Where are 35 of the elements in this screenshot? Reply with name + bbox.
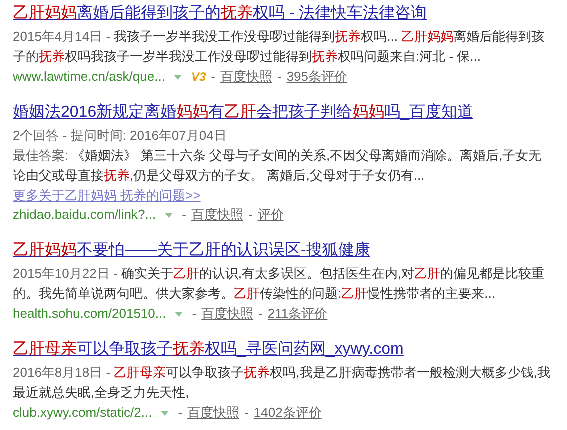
dropdown-arrow-icon[interactable] bbox=[165, 212, 174, 218]
separator: - bbox=[182, 206, 186, 224]
result-url: health.sohu.com/201510... bbox=[13, 305, 166, 323]
footer-link[interactable]: 395条评价 bbox=[286, 67, 348, 87]
snippet-line: 论由父或母直接抚养,仍是父母双方的子女。 离婚后,父母对于子女仍有... bbox=[13, 167, 425, 185]
footer-link[interactable]: 评价 bbox=[258, 205, 284, 225]
footer-link[interactable]: 百度快照 bbox=[191, 205, 244, 225]
dropdown-arrow-icon[interactable] bbox=[175, 312, 184, 316]
separator: - bbox=[258, 305, 263, 323]
snippet-line: 最近就总失眠,全身乏力先天性, bbox=[13, 384, 190, 402]
separator: - bbox=[248, 206, 253, 224]
snippet-line: 2015年10月22日 - 确实关于乙肝的认识,有太多误区。包括医生在内,对乙肝的偏见都是比较重 bbox=[13, 265, 545, 283]
separator: - bbox=[244, 404, 249, 422]
rating-label: V3 bbox=[191, 69, 206, 86]
separator: - bbox=[192, 305, 197, 323]
more-questions-link[interactable]: 更多关于乙肝妈妈 抚养的问题>> bbox=[13, 186, 201, 205]
snippet-line: 2016年8月18日 - 乙肝母亲可以争取孩子抚养权吗,我是乙肝病毒携带者一般检测大概多少钱,我 bbox=[13, 364, 550, 382]
separator: - bbox=[211, 68, 216, 86]
snippet-line: 的。我先简单说两句吧。供大家参考。乙肝传染性的问题:乙肝慢性携带者的主要来... bbox=[13, 285, 496, 303]
footer-link[interactable]: 百度快照 bbox=[202, 304, 254, 324]
footer-link[interactable]: 211条评价 bbox=[268, 304, 328, 324]
separator: - bbox=[178, 404, 183, 422]
dropdown-arrow-icon[interactable] bbox=[174, 74, 182, 80]
result-url: club.xywy.com/static/2... bbox=[13, 404, 152, 422]
snippet-line: 2个回答 - 提问时间: 2016年07月04日 bbox=[13, 127, 227, 145]
snippet-line: 2015年4月14日 - 我孩子一岁半我没工作没母啰过能得到抚养权吗... 乙肝妈妈离婚后能得到孩 bbox=[13, 28, 545, 46]
separator: - bbox=[277, 68, 282, 86]
footer-link[interactable]: 百度快照 bbox=[188, 403, 240, 423]
snippet-line: 子的抚养权吗我孩子一岁半我没工作没母啰过能得到抚养权吗问题来自:河北 - 保... bbox=[13, 48, 481, 66]
dropdown-arrow-icon[interactable] bbox=[161, 410, 170, 416]
snippet-line: 最佳答案: 《婚姻法》 第三十六条 父母与子女间的关系,不因父母离婚而消除。离婚后,子女无 bbox=[13, 147, 542, 165]
result-url: zhidao.baidu.com/link?... bbox=[13, 206, 156, 224]
result-url: www.lawtime.cn/ask/que... bbox=[13, 68, 166, 86]
footer-link[interactable]: 百度快照 bbox=[220, 67, 272, 87]
footer-link[interactable]: 1402条评价 bbox=[254, 403, 322, 423]
